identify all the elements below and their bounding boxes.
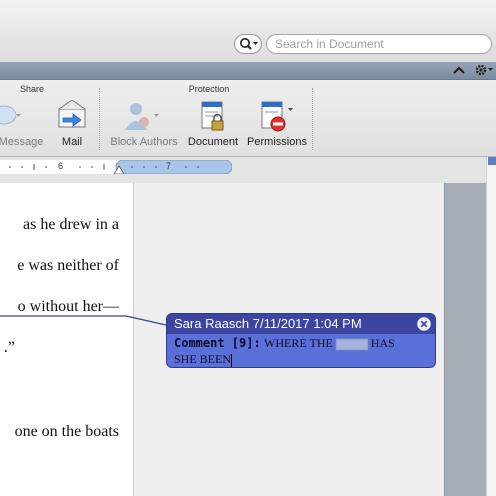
close-icon[interactable] [417, 317, 431, 331]
permissions-label: Permissions [247, 136, 307, 148]
redacted-text [335, 338, 368, 350]
view-toggle-icon[interactable] [488, 157, 496, 165]
comment-header: Sara Raasch 7/11/2017 1:04 PM [167, 314, 435, 334]
ribbon: Share Protection Message Mail Block Auth… [0, 80, 496, 157]
group-divider [99, 88, 101, 150]
ruler-mark-6: 6 [58, 161, 64, 171]
comment-connector [0, 315, 167, 326]
document-protection-button[interactable]: Document [184, 98, 242, 154]
block-authors-label: Block Authors [110, 136, 178, 148]
permissions-icon [261, 101, 293, 132]
collapse-ribbon-icon[interactable] [452, 64, 466, 76]
search-area [234, 34, 494, 54]
vertical-scrollbar[interactable] [486, 157, 496, 496]
block-authors-button[interactable]: Block Authors [108, 98, 180, 154]
comment-text: WHERE THE [264, 336, 333, 350]
comment-text: SHE BEEN [174, 352, 231, 366]
ribbon-tab-strip [0, 62, 496, 80]
comment-label: Comment [9]: [174, 336, 261, 350]
group-title-share: Share [19, 84, 45, 94]
comment-author-date: Sara Raasch 7/11/2017 1:04 PM [174, 316, 362, 331]
mail-label: Mail [61, 136, 83, 148]
window-gutter [444, 183, 487, 496]
permissions-button[interactable]: Permissions [246, 98, 308, 154]
message-button[interactable]: Message [0, 98, 48, 154]
mail-icon [58, 100, 86, 128]
search-input[interactable] [266, 34, 492, 54]
ruler-mark-7: 7 [166, 161, 172, 171]
top-toolbar [0, 0, 496, 63]
horizontal-ruler[interactable] [0, 160, 232, 174]
document-page[interactable]: as he drew in a e was neither of o witho… [0, 183, 134, 496]
document-label: Document [187, 136, 239, 148]
comment-text: HAS [370, 336, 395, 350]
group-title-protection: Protection [188, 84, 230, 94]
comment-body[interactable]: Comment [9]: WHERE THE HAS SHE BEEN [174, 335, 429, 367]
message-label: Message [0, 136, 44, 148]
block-authors-icon [125, 103, 159, 130]
document-line: .” [3, 339, 15, 356]
document-line: e was neither of [17, 257, 119, 274]
message-icon [0, 105, 21, 125]
search-options-button[interactable] [234, 34, 262, 54]
gear-icon[interactable] [474, 63, 494, 77]
document-line: as he drew in a [23, 216, 119, 233]
mail-button[interactable]: Mail [50, 98, 94, 154]
search-icon [240, 38, 258, 50]
document-line: one on the boats [14, 423, 119, 440]
text-cursor [231, 353, 232, 367]
document-lock-icon [201, 101, 224, 131]
group-divider [312, 88, 314, 150]
comment-balloon[interactable]: Sara Raasch 7/11/2017 1:04 PM Comment [9… [166, 313, 436, 368]
